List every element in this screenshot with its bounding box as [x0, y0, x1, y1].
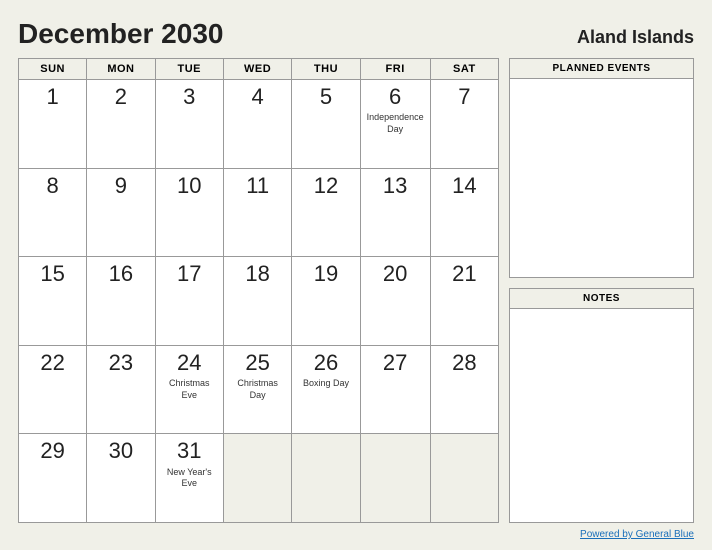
day-number: 13: [383, 173, 407, 199]
day-cell: 18: [223, 257, 291, 346]
day-number: 31: [177, 438, 201, 464]
day-number: 1: [47, 84, 59, 110]
day-cell: 6Independence Day: [360, 80, 430, 169]
calendar-table: SUNMONTUEWEDTHUFRISAT 123456Independence…: [18, 58, 499, 523]
day-number: 28: [452, 350, 476, 376]
day-number: 15: [40, 261, 64, 287]
day-number: 17: [177, 261, 201, 287]
day-cell: 10: [155, 168, 223, 257]
day-cell: 29: [19, 434, 87, 523]
event-label: New Year's Eve: [162, 467, 217, 490]
day-cell: 5: [292, 80, 360, 169]
day-cell: 31 New Year's Eve: [155, 434, 223, 523]
weekday-header-cell: SUN: [19, 59, 87, 80]
day-cell: 24Christmas Eve: [155, 345, 223, 434]
weekday-header-cell: TUE: [155, 59, 223, 80]
day-cell: 7: [430, 80, 498, 169]
day-number: 2: [115, 84, 127, 110]
day-cell: 15: [19, 257, 87, 346]
day-number: 4: [252, 84, 264, 110]
notes-body: [510, 309, 693, 522]
day-cell: 22: [19, 345, 87, 434]
event-label: Independence Day: [367, 112, 424, 135]
planned-events-box: PLANNED EVENTS: [509, 58, 694, 278]
day-cell: 30: [87, 434, 155, 523]
day-cell: 4: [223, 80, 291, 169]
day-cell: 8: [19, 168, 87, 257]
day-number: 8: [47, 173, 59, 199]
sidebar: PLANNED EVENTS NOTES: [509, 58, 694, 523]
day-cell: 26 Boxing Day: [292, 345, 360, 434]
region-title: Aland Islands: [577, 27, 694, 48]
day-cell: 2: [87, 80, 155, 169]
day-number: 23: [109, 350, 133, 376]
day-number: 6: [389, 84, 401, 110]
weekday-header-cell: MON: [87, 59, 155, 80]
day-cell: 19: [292, 257, 360, 346]
planned-events-body: [510, 79, 693, 277]
day-number: 11: [246, 173, 269, 199]
calendar-section: SUNMONTUEWEDTHUFRISAT 123456Independence…: [18, 58, 499, 523]
day-cell: 28: [430, 345, 498, 434]
day-cell: 12: [292, 168, 360, 257]
main-content: SUNMONTUEWEDTHUFRISAT 123456Independence…: [18, 58, 694, 523]
event-label: Boxing Day: [303, 378, 349, 390]
day-cell: 13: [360, 168, 430, 257]
day-number: 16: [109, 261, 133, 287]
day-number: 30: [109, 438, 133, 464]
month-title: December 2030: [18, 18, 223, 50]
day-number: 24: [177, 350, 201, 376]
day-cell: 23: [87, 345, 155, 434]
weekday-header-cell: SAT: [430, 59, 498, 80]
day-number: 5: [320, 84, 332, 110]
day-cell: [360, 434, 430, 523]
day-number: 7: [458, 84, 470, 110]
day-number: 12: [314, 173, 338, 199]
event-label: Christmas Day: [230, 378, 285, 401]
day-number: 14: [452, 173, 476, 199]
day-cell: 14: [430, 168, 498, 257]
day-cell: 9: [87, 168, 155, 257]
day-cell: 16: [87, 257, 155, 346]
day-cell: 17: [155, 257, 223, 346]
footer: Powered by General Blue: [18, 529, 694, 540]
day-number: 21: [452, 261, 476, 287]
day-number: 27: [383, 350, 407, 376]
day-number: 29: [40, 438, 64, 464]
day-cell: 11: [223, 168, 291, 257]
day-cell: 3: [155, 80, 223, 169]
day-cell: [223, 434, 291, 523]
day-cell: 21: [430, 257, 498, 346]
powered-by-link[interactable]: Powered by General Blue: [580, 529, 694, 540]
day-cell: 20: [360, 257, 430, 346]
day-number: 26: [314, 350, 338, 376]
day-number: 18: [245, 261, 269, 287]
weekday-header-cell: FRI: [360, 59, 430, 80]
day-number: 9: [115, 173, 127, 199]
notes-header: NOTES: [510, 289, 693, 309]
planned-events-header: PLANNED EVENTS: [510, 59, 693, 79]
day-cell: [430, 434, 498, 523]
day-cell: 25Christmas Day: [223, 345, 291, 434]
day-cell: [292, 434, 360, 523]
day-number: 3: [183, 84, 195, 110]
day-number: 22: [40, 350, 64, 376]
notes-box: NOTES: [509, 288, 694, 523]
day-cell: 1: [19, 80, 87, 169]
weekday-header-cell: THU: [292, 59, 360, 80]
day-number: 19: [314, 261, 338, 287]
day-number: 25: [245, 350, 269, 376]
day-number: 10: [177, 173, 201, 199]
event-label: Christmas Eve: [162, 378, 217, 401]
day-number: 20: [383, 261, 407, 287]
day-cell: 27: [360, 345, 430, 434]
weekday-header-cell: WED: [223, 59, 291, 80]
